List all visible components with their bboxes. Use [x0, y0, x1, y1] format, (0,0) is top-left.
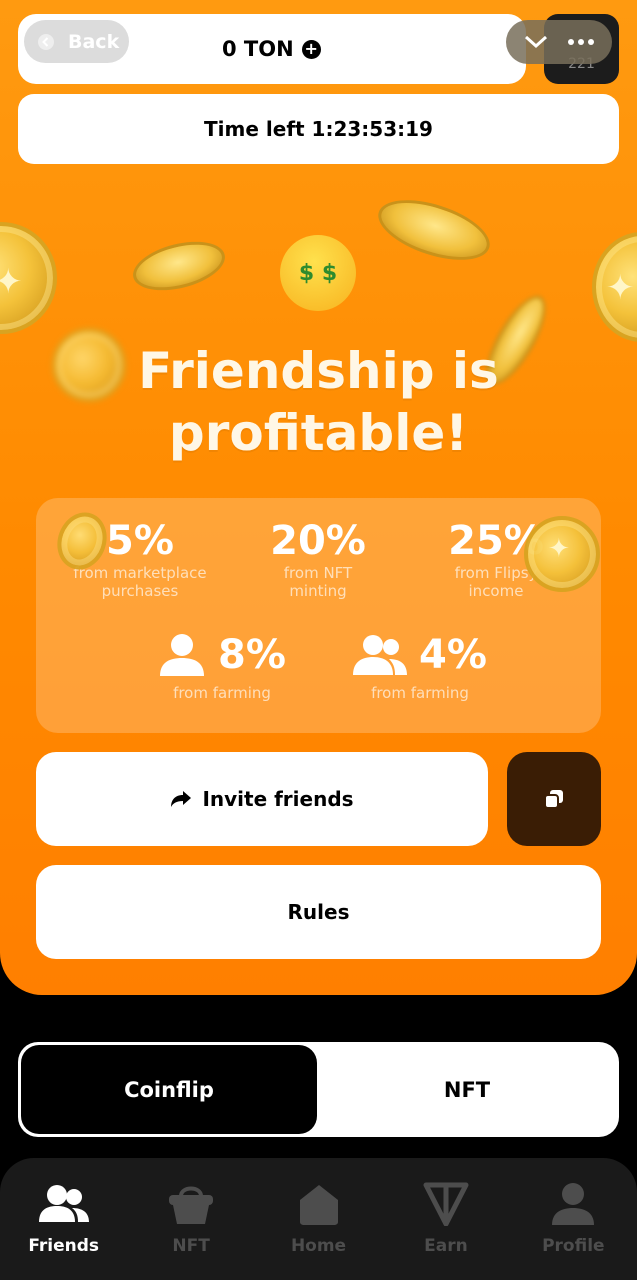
home-icon — [299, 1185, 338, 1225]
sparkle-icon: ✦ — [0, 262, 23, 302]
invite-friends-label: Invite friends — [202, 787, 354, 811]
chevron-left-icon — [38, 33, 54, 50]
stat-caption: from farming — [371, 684, 469, 702]
time-left-text: Time left 1:23:53:19 — [204, 117, 433, 141]
stat-value: 4% — [419, 632, 487, 678]
more-icon[interactable] — [568, 39, 594, 45]
plus-icon[interactable]: + — [301, 39, 321, 59]
back-label: Back — [68, 30, 120, 53]
invite-friends-button[interactable]: Invite friends — [36, 752, 488, 846]
stat-nft-minting: 20% from NFT minting — [238, 518, 398, 600]
stat-caption: from NFT — [283, 564, 353, 582]
headline-line-1: Friendship is — [138, 342, 499, 400]
window-controls — [506, 20, 612, 64]
headline-line-2: profitable! — [168, 404, 469, 462]
copy-link-button[interactable] — [507, 752, 601, 846]
nav-label: NFT — [172, 1236, 210, 1256]
stat-value: 8% — [218, 632, 286, 678]
balance-value: 0 TON — [222, 37, 294, 61]
nav-item-earn[interactable]: Earn — [382, 1158, 509, 1280]
nav-item-home[interactable]: Home — [255, 1158, 382, 1280]
nav-item-nft[interactable]: NFT — [127, 1158, 254, 1280]
tab-nft[interactable]: NFT — [318, 1045, 616, 1134]
users-icon — [38, 1185, 89, 1222]
bottom-nav: Friends NFT Home Earn Profile — [0, 1158, 637, 1280]
back-button[interactable]: Back — [24, 20, 129, 63]
share-arrow-icon — [171, 791, 192, 807]
chevron-down-icon[interactable] — [524, 35, 548, 49]
tab-coinflip-label: Coinflip — [124, 1077, 214, 1102]
ton-balance[interactable]: 0 TON + — [222, 34, 321, 64]
money-face-emoji: $ $ — [280, 235, 356, 311]
rules-label: Rules — [287, 900, 350, 924]
sparkle-icon: ✦ — [606, 268, 635, 308]
rules-button[interactable]: Rules — [36, 865, 601, 959]
time-left-banner: Time left 1:23:53:19 — [18, 94, 619, 164]
stat-farming-direct: 8% from farming — [142, 632, 302, 702]
basket-icon — [169, 1186, 214, 1224]
stat-caption: purchases — [101, 582, 179, 600]
stat-caption: minting — [289, 582, 347, 600]
nav-label: Friends — [28, 1236, 100, 1256]
nav-item-friends[interactable]: Friends — [0, 1158, 127, 1280]
user-icon — [552, 1183, 595, 1225]
coin-decoration — [128, 233, 230, 299]
stat-value: 20% — [270, 518, 366, 564]
coin-decoration — [371, 188, 497, 272]
tab-nft-label: NFT — [443, 1077, 491, 1102]
nav-label: Profile — [542, 1236, 605, 1256]
rewards-panel: 5% from marketplace purchases 20% from N… — [36, 498, 601, 733]
stat-caption: from farming — [173, 684, 271, 702]
nav-item-profile[interactable]: Profile — [510, 1158, 637, 1280]
nav-label: Earn — [424, 1236, 468, 1256]
headline: Friendship is profitable! — [0, 340, 637, 464]
nav-label: Home — [290, 1236, 347, 1256]
mode-switcher: Coinflip NFT — [18, 1042, 619, 1137]
users-icon — [353, 635, 408, 675]
sparkle-icon: ✦ — [548, 534, 570, 564]
user-icon — [160, 634, 205, 676]
copy-icon — [544, 790, 563, 809]
ton-icon — [423, 1182, 469, 1226]
tab-coinflip[interactable]: Coinflip — [21, 1045, 317, 1134]
stat-farming-indirect: 4% from farming — [340, 632, 500, 702]
